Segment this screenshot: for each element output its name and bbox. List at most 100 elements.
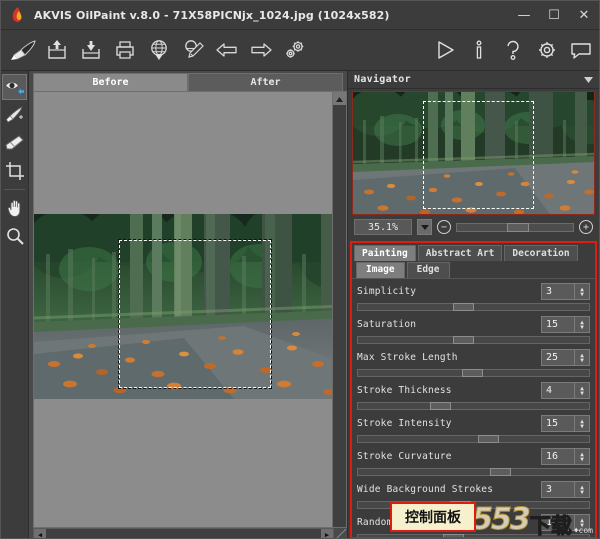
- param-value[interactable]: 10: [541, 514, 575, 532]
- minimize-button[interactable]: —: [509, 2, 539, 28]
- param-value[interactable]: 4: [541, 382, 575, 400]
- tool-zoom[interactable]: [2, 223, 27, 249]
- zoom-value-field[interactable]: 35.1%: [354, 219, 412, 236]
- param-value[interactable]: 25: [541, 349, 575, 367]
- param-slider-knob[interactable]: [443, 533, 465, 537]
- zoom-out-button[interactable]: −: [437, 220, 451, 235]
- param-slider-knob[interactable]: [452, 302, 474, 311]
- run-play-icon[interactable]: [429, 33, 461, 67]
- param-slider-knob[interactable]: [478, 434, 500, 443]
- close-button[interactable]: ✕: [569, 2, 599, 28]
- parameters-list: Simplicity 3 ▲ ▼ Saturation 15 ▲ ▼ Max S…: [352, 279, 595, 537]
- canvas-tabs: Before After: [29, 71, 347, 91]
- param-label: Max Stroke Length: [357, 352, 458, 364]
- tool-hand[interactable]: [2, 195, 27, 221]
- param-spinner[interactable]: 16 ▲ ▼: [541, 448, 590, 466]
- scroll-up-button[interactable]: [333, 92, 346, 105]
- param-spinner[interactable]: 3 ▲ ▼: [541, 283, 590, 301]
- zoom-dropdown-chevron-down-icon[interactable]: [417, 219, 432, 236]
- param-slider[interactable]: [357, 434, 590, 443]
- akvis-oilpaint-window: AKVIS OilPaint v.8.0 - 71X58PICNjx_1024.…: [0, 0, 600, 539]
- tab-painting[interactable]: Painting: [354, 244, 416, 262]
- param-slider[interactable]: [357, 401, 590, 410]
- share-image-icon[interactable]: [177, 33, 209, 67]
- spinner-arrows-icon[interactable]: ▲ ▼: [575, 316, 590, 334]
- tool-history-brush[interactable]: [2, 102, 27, 128]
- param-spinner[interactable]: 15 ▲ ▼: [541, 316, 590, 334]
- tool-preview-eye[interactable]: [2, 74, 27, 100]
- canvas-vertical-scrollbar[interactable]: [332, 92, 346, 527]
- canvas-bottom-bar: ◀ ▶: [29, 528, 347, 538]
- spinner-arrows-icon[interactable]: ▲ ▼: [575, 283, 590, 301]
- param-value[interactable]: 16: [541, 448, 575, 466]
- navigator-viewport-rect[interactable]: [423, 101, 534, 210]
- brush-logo-icon[interactable]: [7, 33, 39, 67]
- help-question-icon[interactable]: [497, 33, 529, 67]
- tab-after[interactable]: After: [188, 73, 343, 91]
- spinner-arrows-icon[interactable]: ▲ ▼: [575, 415, 590, 433]
- scroll-right-button[interactable]: ▶: [321, 529, 333, 538]
- spinner-arrows-icon[interactable]: ▲ ▼: [575, 448, 590, 466]
- redo-arrow-icon[interactable]: [245, 33, 277, 67]
- tab-before[interactable]: Before: [33, 73, 188, 91]
- preferences-gear-icon[interactable]: [531, 33, 563, 67]
- spinner-arrows-icon[interactable]: ▲ ▼: [575, 349, 590, 367]
- batch-gears-icon[interactable]: [279, 33, 311, 67]
- param-slider-knob[interactable]: [452, 335, 474, 344]
- main-toolbar: [1, 30, 599, 71]
- param-slider[interactable]: [357, 335, 590, 344]
- chevron-down-icon[interactable]: [584, 76, 593, 83]
- control-panel: Painting Abstract Art Decoration Image E…: [350, 240, 597, 538]
- param-spinner[interactable]: 25 ▲ ▼: [541, 349, 590, 367]
- spinner-arrows-icon[interactable]: ▲ ▼: [575, 382, 590, 400]
- zoom-slider[interactable]: [456, 222, 574, 232]
- param-value[interactable]: 3: [541, 481, 575, 499]
- spinner-arrows-icon[interactable]: ▲ ▼: [575, 481, 590, 499]
- navigator-header: Navigator: [348, 71, 599, 90]
- param-slider[interactable]: [357, 533, 590, 537]
- param-value[interactable]: 15: [541, 316, 575, 334]
- open-image-icon[interactable]: [41, 33, 73, 67]
- param-spinner[interactable]: 3 ▲ ▼: [541, 481, 590, 499]
- param-value[interactable]: 15: [541, 415, 575, 433]
- zoom-controls: 35.1% − +: [348, 215, 599, 238]
- selection-marquee[interactable]: [118, 239, 272, 389]
- zoom-in-button[interactable]: +: [579, 220, 593, 235]
- param-value[interactable]: 3: [541, 283, 575, 301]
- comment-bubble-icon[interactable]: [565, 33, 597, 67]
- spinner-arrows-icon[interactable]: ▲ ▼: [575, 514, 590, 532]
- param-spinner[interactable]: 10 ▲ ▼: [541, 514, 590, 532]
- image-canvas[interactable]: [33, 91, 347, 528]
- window-controls: — ☐ ✕: [509, 2, 599, 28]
- param-max-stroke-length: Max Stroke Length 25 ▲ ▼: [357, 348, 590, 377]
- param-spinner[interactable]: 4 ▲ ▼: [541, 382, 590, 400]
- tool-eraser[interactable]: [2, 130, 27, 156]
- param-slider-knob[interactable]: [429, 401, 451, 410]
- tab-abstract-art[interactable]: Abstract Art: [417, 244, 503, 262]
- save-image-icon[interactable]: [75, 33, 107, 67]
- tools-palette: [1, 71, 29, 538]
- tab-decoration[interactable]: Decoration: [504, 244, 578, 262]
- param-slider[interactable]: [357, 302, 590, 311]
- canvas-horizontal-scrollbar[interactable]: ◀ ▶: [33, 528, 334, 538]
- maximize-button[interactable]: ☐: [539, 2, 569, 28]
- param-label: Stroke Intensity: [357, 418, 452, 430]
- tab-edge[interactable]: Edge: [406, 262, 450, 278]
- zoom-slider-knob[interactable]: [506, 222, 529, 232]
- navigator-thumbnail[interactable]: [352, 91, 595, 216]
- resize-grip[interactable]: [334, 528, 347, 538]
- undo-arrow-icon[interactable]: [211, 33, 243, 67]
- param-spinner[interactable]: 15 ▲ ▼: [541, 415, 590, 433]
- param-slider[interactable]: [357, 368, 590, 377]
- param-slider-knob[interactable]: [489, 467, 511, 476]
- print-image-icon[interactable]: [109, 33, 141, 67]
- scroll-track[interactable]: [46, 529, 321, 538]
- title-bar: AKVIS OilPaint v.8.0 - 71X58PICNjx_1024.…: [1, 1, 599, 30]
- tool-crop[interactable]: [2, 158, 27, 184]
- publish-web-icon[interactable]: [143, 33, 175, 67]
- scroll-left-button[interactable]: ◀: [34, 529, 46, 538]
- param-slider[interactable]: [357, 467, 590, 476]
- tab-image[interactable]: Image: [356, 262, 405, 278]
- info-icon[interactable]: [463, 33, 495, 67]
- param-slider-knob[interactable]: [461, 368, 483, 377]
